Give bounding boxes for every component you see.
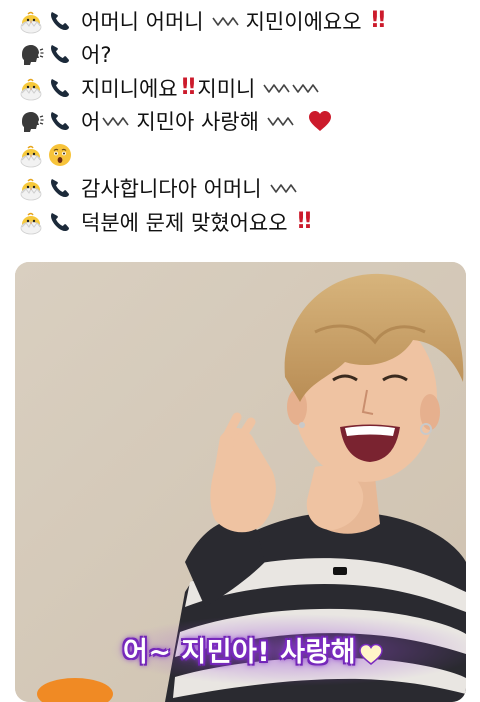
line-text: 지미니에요	[81, 76, 178, 101]
speaking-head-icon	[18, 41, 44, 67]
line-text: 지민아 사랑해	[136, 110, 259, 135]
subtitle-caption: 어~ 지민아! 사랑해	[123, 630, 384, 669]
red-heart-icon	[307, 109, 333, 133]
tweet-text: 어머니 어머니 지민이에요오 ‼ 어? 지미니에요 ‼ 지미니 어 지민아 사랑…	[18, 4, 468, 239]
telephone-receiver-icon	[47, 75, 73, 101]
wavy-dash-icon	[102, 114, 130, 128]
chick-icon	[18, 175, 44, 201]
tweet-line-1: 어머니 어머니 지민이에요오 ‼	[18, 4, 468, 38]
chick-icon	[18, 209, 44, 235]
speaking-head-icon	[18, 108, 44, 134]
tweet-line-5	[18, 138, 468, 172]
double-exclamation-icon: ‼	[297, 209, 312, 235]
wavy-dash-icon	[269, 181, 298, 195]
chick-icon	[18, 75, 44, 101]
telephone-receiver-icon	[47, 41, 73, 67]
yellow-heart-icon	[358, 643, 384, 665]
line-text: 덕분에 문제 맞혔어요오	[81, 210, 288, 235]
line-text: 어머니 어머니	[81, 9, 204, 34]
chick-icon	[18, 142, 44, 168]
double-exclamation-icon: ‼	[181, 75, 196, 101]
line-text: 감사합니다아 어머니	[81, 177, 262, 202]
wavy-dash-icon	[267, 114, 295, 128]
astonished-face-icon	[47, 142, 73, 168]
line-text: 어?	[81, 43, 112, 68]
line-text: 어	[81, 110, 101, 135]
line-text: 지민이에요오	[245, 9, 362, 34]
tweet-media-photo[interactable]: 어~ 지민아! 사랑해	[15, 262, 466, 702]
telephone-receiver-icon	[47, 8, 73, 34]
wavy-dash-icon	[211, 14, 240, 28]
telephone-receiver-icon	[47, 108, 73, 134]
tweet-line-4: 어 지민아 사랑해	[18, 105, 468, 139]
chick-icon	[18, 8, 44, 34]
line-text: 지미니	[197, 76, 256, 101]
telephone-receiver-icon	[47, 175, 73, 201]
tweet-line-6: 감사합니다아 어머니	[18, 172, 468, 206]
tweet-line-2: 어?	[18, 38, 468, 72]
caption-text: 어~ 지민아! 사랑해	[123, 637, 357, 668]
wavy-dash-icon	[263, 81, 320, 95]
tweet-line-7: 덕분에 문제 맞혔어요오 ‼	[18, 205, 468, 239]
telephone-receiver-icon	[47, 209, 73, 235]
tweet-line-3: 지미니에요 ‼ 지미니	[18, 71, 468, 105]
double-exclamation-icon: ‼	[371, 8, 386, 34]
